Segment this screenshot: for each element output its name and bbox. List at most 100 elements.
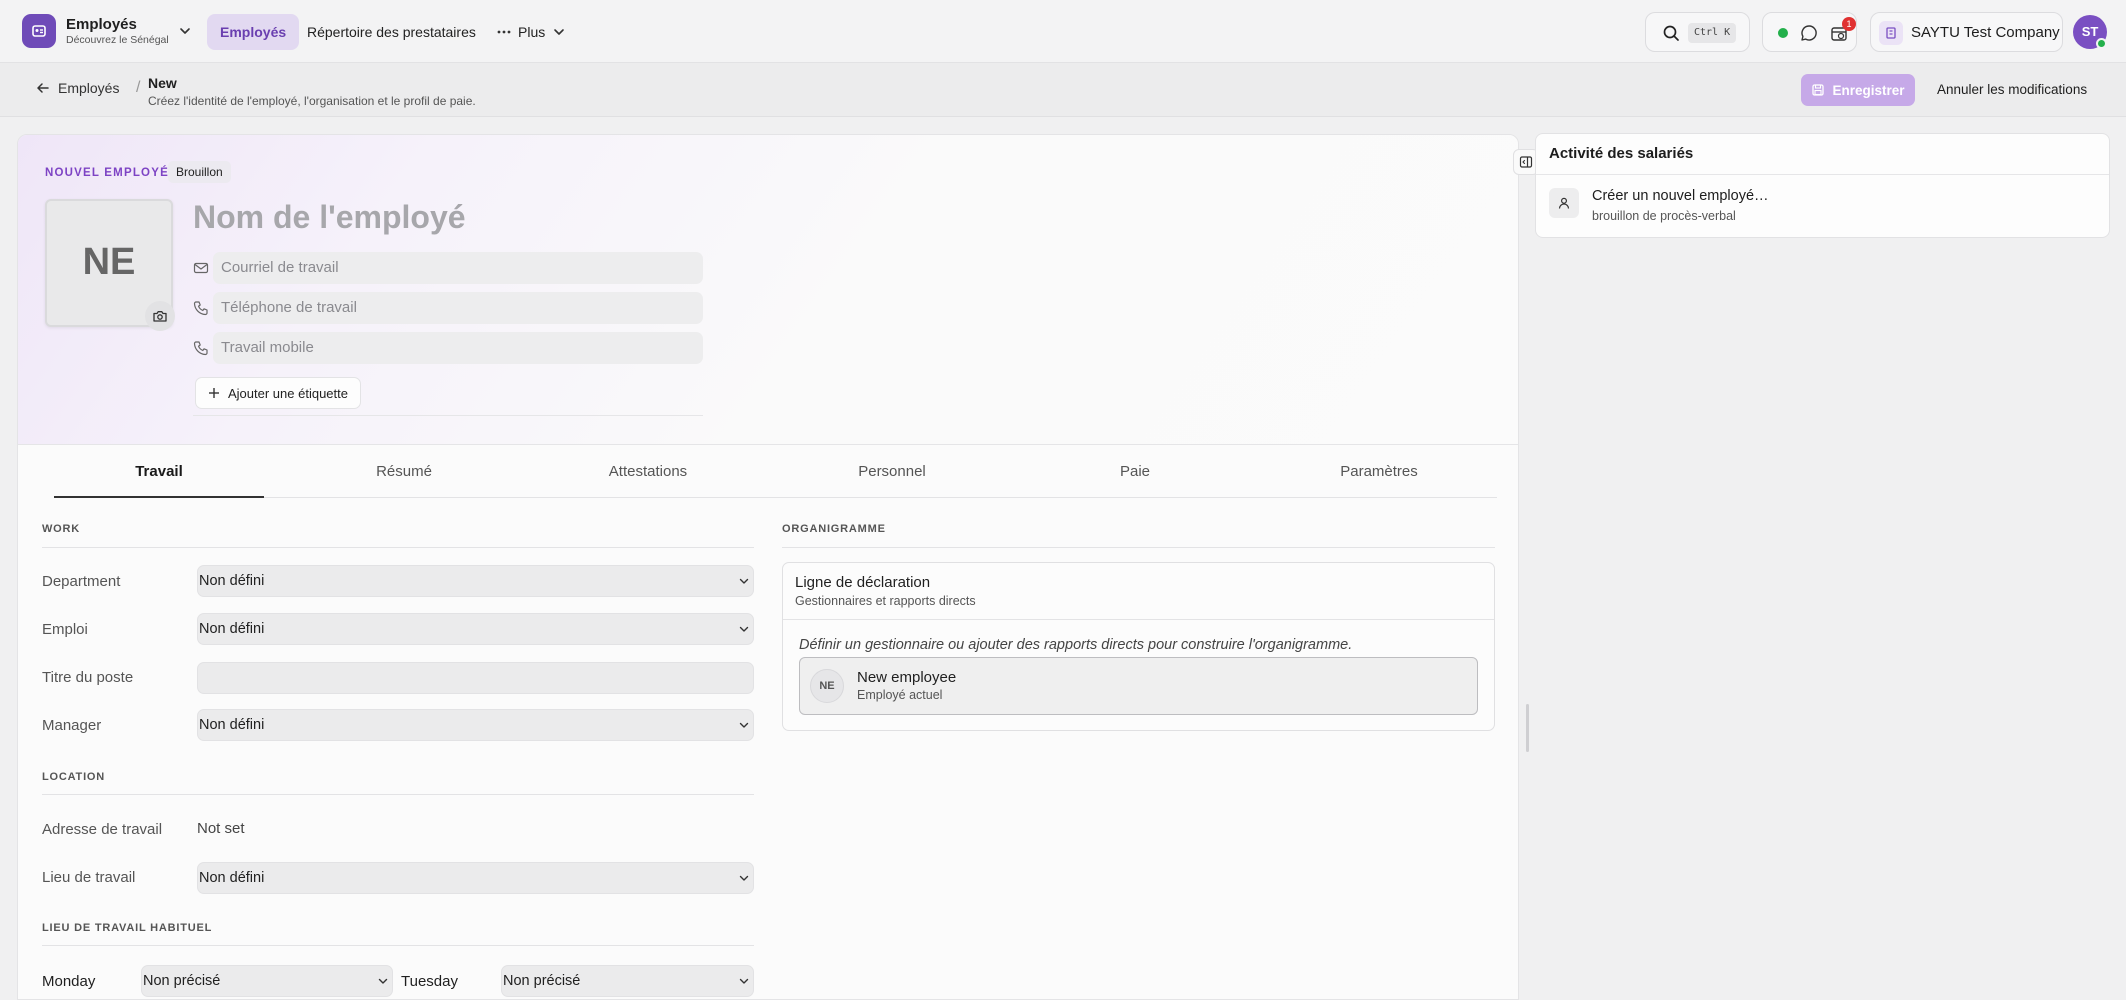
work-email-input[interactable]: Courriel de travail — [213, 252, 703, 284]
online-status-dot — [1778, 28, 1788, 38]
department-select[interactable]: Non défini — [197, 565, 754, 597]
org-employee-card[interactable]: NE New employee Employé actuel — [799, 657, 1478, 715]
add-tag-button[interactable]: Ajouter une étiquette — [195, 377, 361, 409]
divider — [782, 547, 1495, 548]
search-button[interactable]: Ctrl K — [1645, 12, 1750, 52]
nav-more-label: Plus — [518, 24, 546, 40]
activity-item-subtitle: brouillon de procès-verbal — [1592, 209, 1736, 223]
work-phone-input[interactable]: Téléphone de travail — [213, 292, 703, 324]
arrow-left-icon — [37, 83, 49, 93]
divider — [783, 619, 1494, 620]
activity-item-title[interactable]: Créer un nouvel employé… — [1592, 188, 1769, 204]
section-heading-work: WORK — [42, 523, 81, 535]
work-phone-field: Téléphone de travail — [193, 292, 703, 324]
job-select[interactable]: Non défini — [197, 613, 754, 645]
page-title: New — [148, 75, 177, 91]
panel-collapse-icon — [1519, 156, 1533, 168]
user-icon — [1549, 188, 1579, 218]
section-heading-habitual: LIEU DE TRAVAIL HABITUEL — [42, 922, 213, 934]
phone-icon — [193, 341, 208, 356]
job-title-input[interactable] — [197, 662, 754, 694]
reporting-line-title: Ligne de déclaration — [795, 574, 931, 591]
save-icon — [1812, 84, 1825, 96]
chevron-down-icon — [739, 875, 749, 881]
work-place-label: Lieu de travail — [42, 869, 136, 886]
manager-select[interactable]: Non défini — [197, 709, 754, 741]
tab-parametres[interactable]: Paramètres — [1274, 445, 1484, 498]
mail-icon — [193, 262, 209, 274]
back-link[interactable]: Employés — [36, 80, 119, 96]
activity-title: Activité des salariés — [1549, 145, 1694, 162]
camera-icon — [153, 311, 167, 322]
avatar: NE — [810, 669, 844, 703]
manager-value: Non défini — [199, 717, 265, 733]
reporting-line-panel: Ligne de déclaration Gestionnaires et ra… — [782, 562, 1495, 731]
org-employee-name: New employee — [857, 669, 957, 686]
chevron-down-icon[interactable] — [176, 22, 194, 40]
work-place-value: Non défini — [199, 870, 265, 886]
save-button[interactable]: Enregistrer — [1801, 74, 1915, 106]
chevron-down-icon — [739, 578, 749, 584]
search-icon — [1663, 25, 1679, 41]
tab-personnel[interactable]: Personnel — [787, 445, 997, 498]
activity-panel: Activité des salariés Créer un nouvel em… — [1535, 133, 2110, 238]
section-heading-location: LOCATION — [42, 771, 106, 783]
nav-employes[interactable]: Employés — [207, 14, 300, 50]
monday-value: Non précisé — [143, 973, 221, 989]
panel-resize-handle[interactable] — [1526, 704, 1529, 752]
monday-select[interactable]: Non précisé — [141, 965, 393, 997]
job-value: Non défini — [199, 621, 265, 637]
work-place-select[interactable]: Non défini — [197, 862, 754, 894]
cancel-button[interactable]: Annuler les modifications — [1927, 74, 2097, 106]
divider — [193, 415, 703, 416]
job-title-label: Titre du poste — [42, 669, 134, 686]
tab-travail[interactable]: Travail — [54, 445, 264, 498]
add-tag-label: Ajouter une étiquette — [228, 385, 348, 401]
job-label: Emploi — [42, 621, 88, 638]
building-icon — [1879, 21, 1903, 45]
tab-paie[interactable]: Paie — [1030, 445, 1240, 498]
page-header: Employés / New Créez l'identité de l'emp… — [0, 63, 2126, 117]
tab-bar: Travail Résumé Attestations Personnel Pa… — [54, 445, 1497, 498]
section-label: NOUVEL EMPLOYÉ — [45, 167, 169, 179]
section-heading-org: ORGANIGRAMME — [782, 523, 886, 535]
divider — [42, 547, 754, 548]
divider — [1536, 174, 2109, 175]
plus-icon — [209, 388, 219, 398]
employee-form: NOUVEL EMPLOYÉ Brouillon NE Nom de l'emp… — [17, 134, 1519, 1000]
monday-label: Monday — [42, 973, 96, 990]
tuesday-value: Non précisé — [503, 973, 581, 989]
shortcut-hint: Ctrl K — [1688, 23, 1737, 43]
save-button-label: Enregistrer — [1832, 82, 1905, 98]
app-icon[interactable] — [22, 14, 56, 48]
nav-contractor-directory[interactable]: Répertoire des prestataires — [294, 14, 489, 50]
work-email-field: Courriel de travail — [193, 252, 703, 284]
tab-resume[interactable]: Résumé — [299, 445, 509, 498]
more-icon — [497, 30, 511, 34]
tuesday-label: Tuesday — [401, 973, 458, 990]
department-label: Department — [42, 573, 121, 590]
department-value: Non défini — [199, 573, 265, 589]
work-mobile-field: Travail mobile — [193, 332, 703, 364]
upload-photo-button[interactable] — [145, 301, 175, 331]
company-switcher[interactable]: SAYTU Test Company — [1870, 12, 2063, 52]
chat-icon[interactable] — [1799, 23, 1819, 43]
tab-attestations[interactable]: Attestations — [543, 445, 753, 498]
org-chart-hint: Définir un gestionnaire ou ajouter des r… — [799, 637, 1353, 653]
app-subtitle: Découvrez le Sénégal — [66, 34, 169, 46]
chevron-down-icon — [378, 978, 388, 984]
avatar-online-dot — [2096, 38, 2107, 49]
employee-name-input[interactable]: Nom de l'employé — [193, 199, 466, 236]
breadcrumb-separator: / — [136, 79, 141, 96]
org-employee-role: Employé actuel — [857, 688, 943, 702]
tuesday-select[interactable]: Non précisé — [501, 965, 754, 997]
employee-hero: NOUVEL EMPLOYÉ Brouillon NE Nom de l'emp… — [18, 135, 1518, 445]
work-address-value[interactable]: Not set — [197, 820, 245, 837]
chevron-down-icon — [554, 29, 565, 35]
phone-icon — [193, 301, 208, 316]
reporting-line-subtitle: Gestionnaires et rapports directs — [795, 594, 976, 608]
nav-more[interactable]: Plus — [488, 14, 575, 50]
work-mobile-input[interactable]: Travail mobile — [213, 332, 703, 364]
chevron-down-icon — [739, 722, 749, 728]
employee-initials: NE — [82, 241, 136, 283]
